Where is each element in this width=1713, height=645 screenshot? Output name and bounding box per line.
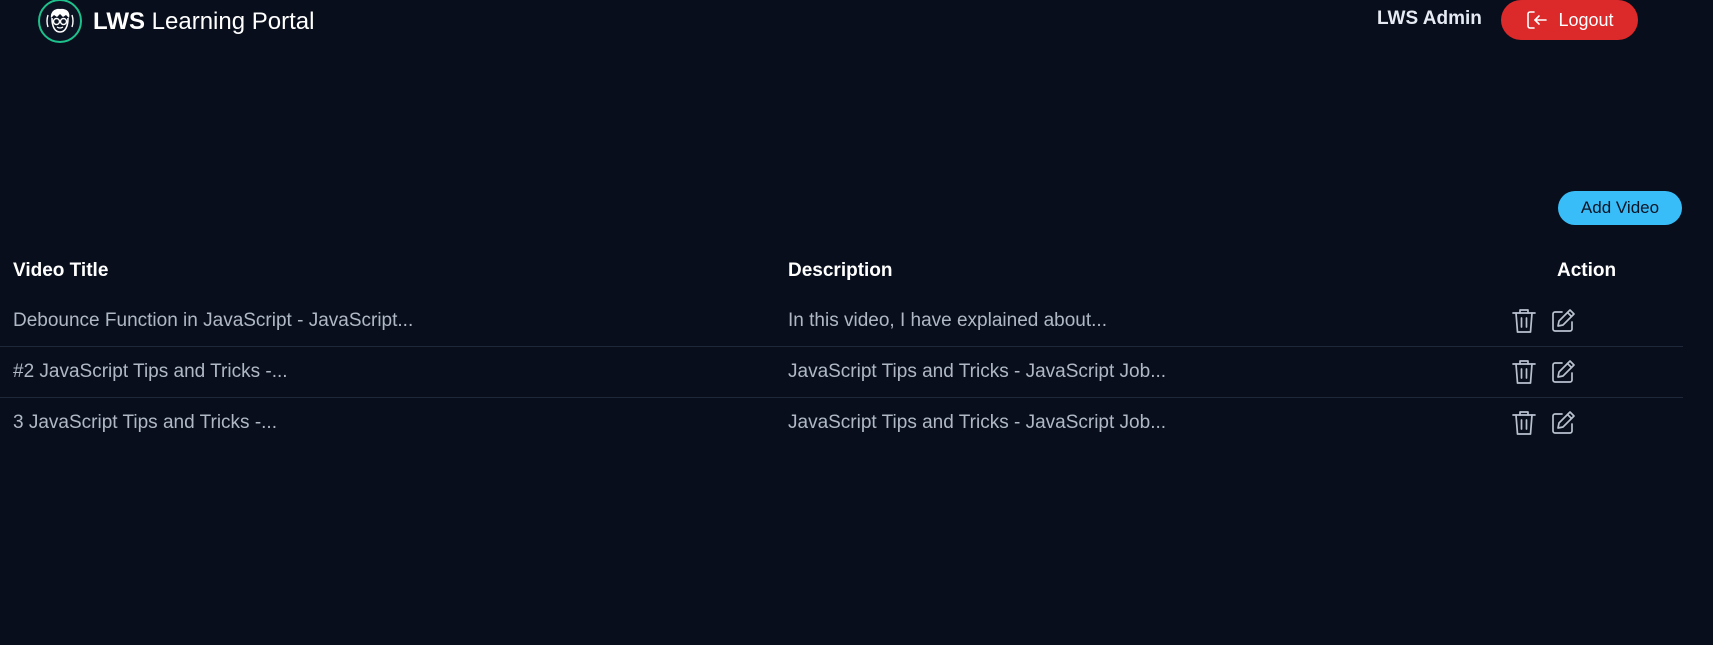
admin-name: LWS Admin: [1377, 8, 1482, 29]
video-title: Debounce Function in JavaScript - JavaSc…: [13, 310, 414, 331]
edit-icon[interactable]: [1549, 307, 1577, 335]
trash-icon[interactable]: [1510, 358, 1538, 386]
logout-button[interactable]: Logout: [1501, 0, 1638, 40]
column-header-title: Video Title: [13, 260, 109, 281]
page: LWS Learning Portal LWS Admin Logout Add…: [0, 0, 1713, 645]
video-title: #2 JavaScript Tips and Tricks -...: [13, 361, 288, 382]
top-nav: LWS Learning Portal LWS Admin Logout: [0, 0, 1713, 44]
logout-icon: [1525, 8, 1549, 32]
trash-icon[interactable]: [1510, 307, 1538, 335]
video-description: In this video, I have explained about...: [788, 310, 1107, 331]
table-row: Debounce Function in JavaScript - JavaSc…: [0, 295, 1683, 347]
row-actions: [1510, 295, 1577, 346]
row-actions: [1510, 397, 1577, 448]
video-description: JavaScript Tips and Tricks - JavaScript …: [788, 361, 1167, 382]
trash-icon[interactable]: [1510, 409, 1538, 437]
brand-title: LWS Learning Portal: [93, 2, 314, 42]
brand-title-strong: LWS: [93, 8, 145, 35]
edit-icon[interactable]: [1549, 358, 1577, 386]
edit-icon[interactable]: [1549, 409, 1577, 437]
add-video-button[interactable]: Add Video: [1558, 191, 1682, 225]
video-title: 3 JavaScript Tips and Tricks -...: [13, 412, 277, 433]
row-actions: [1510, 346, 1577, 397]
video-description: JavaScript Tips and Tricks - JavaScript …: [788, 412, 1167, 433]
brand[interactable]: LWS Learning Portal: [38, 0, 314, 44]
logout-label: Logout: [1558, 9, 1614, 30]
table-row: #2 JavaScript Tips and Tricks -... JavaS…: [0, 346, 1683, 398]
brand-title-rest: Learning Portal: [145, 8, 315, 35]
table-row: 3 JavaScript Tips and Tricks -... JavaSc…: [0, 397, 1683, 448]
developer-avatar-icon: [38, 0, 82, 43]
column-header-action: Action: [1557, 260, 1617, 281]
column-header-description: Description: [788, 260, 893, 281]
